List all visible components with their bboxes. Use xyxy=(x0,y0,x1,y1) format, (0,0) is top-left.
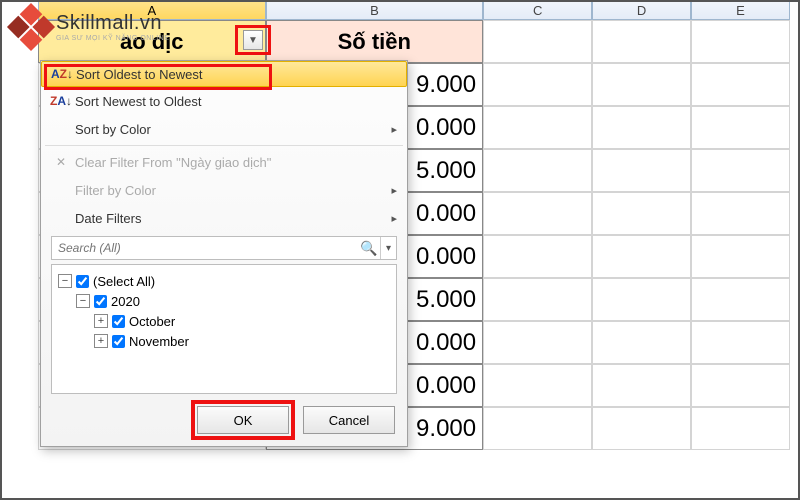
filter-search[interactable]: 🔍 ▾ xyxy=(51,236,397,260)
menu-label: Date Filters xyxy=(75,211,141,226)
menu-label: Sort by Color xyxy=(75,122,151,137)
filter-dropdown-button[interactable]: ▼ xyxy=(243,30,263,50)
cell[interactable] xyxy=(592,106,691,149)
cell[interactable] xyxy=(592,364,691,407)
search-icon[interactable]: 🔍 xyxy=(358,240,380,257)
watermark-brand: Skillmall.vn xyxy=(56,12,169,35)
search-input[interactable] xyxy=(52,241,358,255)
cell[interactable] xyxy=(483,63,592,106)
cell[interactable] xyxy=(483,192,592,235)
tree-label: (Select All) xyxy=(93,274,155,289)
cell[interactable] xyxy=(592,149,691,192)
watermark-tagline: GIA SƯ MỌI KỸ NĂNG ONLINE xyxy=(56,35,169,42)
tree-year-2020[interactable]: − 2020 xyxy=(58,291,390,311)
clear-filter-icon: ✕ xyxy=(47,155,75,169)
cell[interactable] xyxy=(483,149,592,192)
tree-select-all[interactable]: − (Select All) xyxy=(58,271,390,291)
sort-asc-icon: AZ↓ xyxy=(48,68,76,80)
filter-dropdown-highlight: ▼ xyxy=(235,25,271,55)
sort-by-color[interactable]: Sort by Color ▸ xyxy=(41,115,407,143)
cell[interactable] xyxy=(691,63,790,106)
cell[interactable] xyxy=(691,235,790,278)
cell[interactable] xyxy=(592,278,691,321)
cell[interactable] xyxy=(592,407,691,450)
filter-by-color: Filter by Color ▸ xyxy=(41,176,407,204)
cell[interactable] xyxy=(483,278,592,321)
cell[interactable] xyxy=(592,192,691,235)
cancel-button[interactable]: Cancel xyxy=(303,406,395,434)
menu-label: Clear Filter From "Ngày giao dịch" xyxy=(75,155,271,170)
tree-month-november[interactable]: + November xyxy=(58,331,390,351)
month-checkbox[interactable] xyxy=(112,335,125,348)
col-header-b[interactable]: B xyxy=(266,0,484,20)
cell[interactable] xyxy=(483,106,592,149)
chevron-down-icon: ▼ xyxy=(248,35,258,46)
tree-label: November xyxy=(129,334,189,349)
cell[interactable] xyxy=(483,321,592,364)
filter-values-tree: − (Select All) − 2020 + October + Novemb… xyxy=(51,264,397,394)
cell[interactable] xyxy=(691,149,790,192)
search-dropdown-icon[interactable]: ▾ xyxy=(380,237,396,259)
date-filters[interactable]: Date Filters ▸ xyxy=(41,204,407,232)
menu-label: Sort Newest to Oldest xyxy=(75,94,201,109)
cell[interactable] xyxy=(691,20,790,63)
menu-separator xyxy=(45,145,403,146)
cell[interactable] xyxy=(592,321,691,364)
watermark: Skillmall.vn GIA SƯ MỌI KỸ NĂNG ONLINE xyxy=(14,10,169,44)
menu-label: Sort Oldest to Newest xyxy=(76,67,202,82)
cell[interactable] xyxy=(483,407,592,450)
cell[interactable] xyxy=(691,407,790,450)
cell[interactable] xyxy=(691,364,790,407)
cell[interactable] xyxy=(483,20,592,63)
cell[interactable] xyxy=(592,63,691,106)
tree-label: 2020 xyxy=(111,294,140,309)
submenu-arrow-icon: ▸ xyxy=(391,212,397,225)
tree-month-october[interactable]: + October xyxy=(58,311,390,331)
cell[interactable] xyxy=(483,364,592,407)
ok-button[interactable]: OK xyxy=(197,406,289,434)
cell[interactable] xyxy=(691,106,790,149)
sort-oldest-to-newest[interactable]: AZ↓ Sort Oldest to Newest xyxy=(41,61,407,87)
cell[interactable] xyxy=(483,235,592,278)
dialog-buttons: OK Cancel xyxy=(41,398,407,446)
submenu-arrow-icon: ▸ xyxy=(391,123,397,136)
col-header-d[interactable]: D xyxy=(592,0,691,20)
cell[interactable] xyxy=(691,321,790,364)
month-checkbox[interactable] xyxy=(112,315,125,328)
tree-label: October xyxy=(129,314,175,329)
tree-collapse-icon[interactable]: − xyxy=(58,274,72,288)
col-header-c[interactable]: C xyxy=(483,0,592,20)
menu-label: Filter by Color xyxy=(75,183,156,198)
cell[interactable] xyxy=(592,20,691,63)
skillmall-logo-icon xyxy=(7,3,55,51)
cell[interactable] xyxy=(691,192,790,235)
year-checkbox[interactable] xyxy=(94,295,107,308)
cell[interactable] xyxy=(592,235,691,278)
tree-collapse-icon[interactable]: − xyxy=(76,294,90,308)
col-header-e[interactable]: E xyxy=(691,0,790,20)
submenu-arrow-icon: ▸ xyxy=(391,184,397,197)
select-all-checkbox[interactable] xyxy=(76,275,89,288)
sort-desc-icon: ZA↓ xyxy=(47,95,75,107)
tree-expand-icon[interactable]: + xyxy=(94,314,108,328)
cell[interactable] xyxy=(691,278,790,321)
autofilter-menu: AZ↓ Sort Oldest to Newest ZA↓ Sort Newes… xyxy=(40,60,408,447)
tree-expand-icon[interactable]: + xyxy=(94,334,108,348)
clear-filter: ✕ Clear Filter From "Ngày giao dịch" xyxy=(41,148,407,176)
sort-newest-to-oldest[interactable]: ZA↓ Sort Newest to Oldest xyxy=(41,87,407,115)
header-cell-b[interactable]: Số tiền xyxy=(266,20,484,63)
